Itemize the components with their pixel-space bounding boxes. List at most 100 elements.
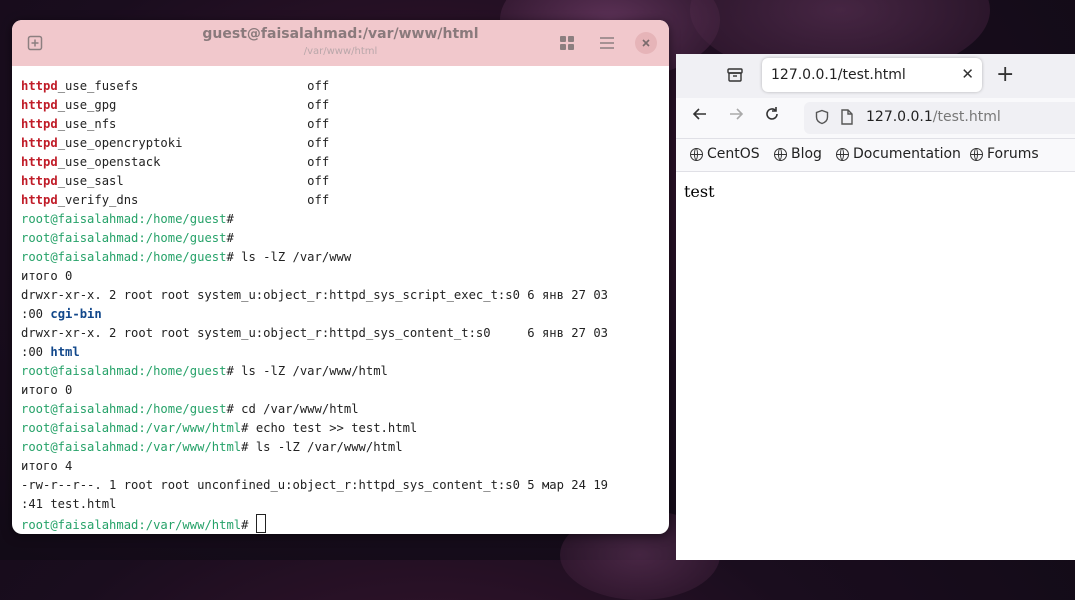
output-text: # ls -lZ /var/www/html: [241, 440, 403, 454]
globe-icon: [970, 147, 983, 161]
output-text: # cd /var/www/html: [226, 402, 359, 416]
browser-tab-active[interactable]: 127.0.0.1/test.html ✕: [762, 58, 982, 92]
bookmark-label: Blog: [791, 146, 822, 162]
prompt-text: root@faisalahmad: [21, 518, 139, 532]
highlight-text: httpd: [21, 193, 58, 207]
highlight-text: httpd: [21, 174, 58, 188]
prompt-text: root@faisalahmad: [21, 440, 139, 454]
terminal-line: httpd_use_opencryptoki off: [21, 134, 665, 153]
tab-close-icon[interactable]: ✕: [961, 65, 974, 83]
page-icon[interactable]: [840, 109, 854, 129]
globe-icon: [774, 147, 787, 161]
directory-name: cgi-bin: [50, 307, 102, 321]
output-text: _verify_dns off: [57, 193, 330, 207]
forward-arrow-icon[interactable]: [728, 106, 744, 127]
globe-icon: [836, 147, 849, 161]
globe-icon: [690, 147, 703, 161]
url-bar[interactable]: 127.0.0.1/test.html: [804, 102, 1075, 134]
output-text: итого 0: [21, 383, 73, 397]
prompt-text: :/var/www/html: [138, 518, 242, 532]
terminal-line: root@faisalahmad:/var/www/html# ls -lZ /…: [21, 438, 665, 457]
terminal-line: -rw-r--r--. 1 root root unconfined_u:obj…: [21, 476, 665, 495]
terminal-line: :00 html: [21, 343, 665, 362]
browser-window[interactable]: 127.0.0.1/test.html ✕ + 127.0.0.1/test.h…: [676, 54, 1075, 560]
terminal-line: httpd_use_gpg off: [21, 96, 665, 115]
output-text: # ls -lZ /var/www/html: [226, 364, 388, 378]
terminal-line: drwxr-xr-x. 2 root root system_u:object_…: [21, 324, 665, 343]
prompt-text: :/home/guest: [138, 250, 227, 264]
output-text: _use_nfs off: [57, 117, 330, 131]
shield-icon[interactable]: [814, 109, 830, 129]
prompt-text: :/var/www/html: [138, 421, 242, 435]
hamburger-menu-icon[interactable]: [596, 32, 618, 54]
output-text: drwxr-xr-x. 2 root root system_u:object_…: [21, 326, 608, 340]
terminal-line: drwxr-xr-x. 2 root root system_u:object_…: [21, 286, 665, 305]
bookmark-centos[interactable]: CentOS: [690, 146, 760, 162]
terminal-line: root@faisalahmad:/home/guest#: [21, 210, 665, 229]
terminal-line: итого 0: [21, 267, 665, 286]
output-text: # ls -lZ /var/www: [226, 250, 352, 264]
output-text: _use_sasl off: [57, 174, 330, 188]
terminal-line: httpd_verify_dns off: [21, 191, 665, 210]
output-text: :00: [21, 307, 51, 321]
output-text: :41 test.html: [21, 497, 117, 511]
url-path: /test.html: [932, 109, 1001, 125]
prompt-text: :/home/guest: [138, 402, 227, 416]
highlight-text: httpd: [21, 155, 58, 169]
output-text: drwxr-xr-x. 2 root root system_u:object_…: [21, 288, 608, 302]
browser-tabbar: 127.0.0.1/test.html ✕ +: [676, 54, 1075, 98]
back-arrow-icon[interactable]: [692, 106, 708, 127]
output-text: # echo test >> test.html: [241, 421, 418, 435]
prompt-text: :/var/www/html: [138, 440, 242, 454]
bookmark-label: Documentation: [853, 146, 961, 162]
terminal-line: итого 4: [21, 457, 665, 476]
bookmark-label: Forums: [987, 146, 1039, 162]
output-text: итого 0: [21, 269, 73, 283]
url-host: 127.0.0.1: [866, 109, 933, 125]
tab-manager-icon[interactable]: [726, 66, 744, 88]
bookmark-blog[interactable]: Blog: [774, 146, 822, 162]
output-text: _use_openstack off: [57, 155, 330, 169]
prompt-text: root@faisalahmad: [21, 421, 139, 435]
terminal-line: httpd_use_nfs off: [21, 115, 665, 134]
terminal-window[interactable]: guest@faisalahmad:/var/www/html /var/www…: [12, 20, 669, 534]
terminal-line: root@faisalahmad:/home/guest# cd /var/ww…: [21, 400, 665, 419]
highlight-text: httpd: [21, 79, 58, 93]
text-cursor: [255, 514, 266, 533]
output-text: :00: [21, 345, 51, 359]
terminal-line: httpd_use_fusefs off: [21, 77, 665, 96]
terminal-line: root@faisalahmad:/home/guest# ls -lZ /va…: [21, 362, 665, 381]
tab-title: 127.0.0.1/test.html: [771, 67, 906, 83]
close-icon[interactable]: [635, 32, 657, 54]
terminal-line: :41 test.html: [21, 495, 665, 514]
prompt-text: :/home/guest: [138, 364, 227, 378]
terminal-line: :00 cgi-bin: [21, 305, 665, 324]
output-text: _use_gpg off: [57, 98, 330, 112]
terminal-line: итого 0: [21, 381, 665, 400]
prompt-text: root@faisalahmad: [21, 231, 139, 245]
bookmark-forums[interactable]: Forums: [970, 146, 1039, 162]
url-text[interactable]: 127.0.0.1/test.html: [866, 109, 1001, 125]
output-text: #: [241, 518, 256, 532]
bookmark-documentation[interactable]: Documentation: [836, 146, 961, 162]
terminal-output[interactable]: httpd_use_fusefs off httpd_use_gpg off htt…: [21, 77, 665, 533]
terminal-line: httpd_use_openstack off: [21, 153, 665, 172]
output-text: _use_fusefs off: [57, 79, 330, 93]
prompt-text: root@faisalahmad: [21, 250, 139, 264]
prompt-text: root@faisalahmad: [21, 364, 139, 378]
output-text: #: [226, 212, 234, 226]
prompt-text: root@faisalahmad: [21, 212, 139, 226]
output-text: _use_opencryptoki off: [57, 136, 330, 150]
grid-view-icon[interactable]: [556, 32, 578, 54]
reload-icon[interactable]: [764, 106, 780, 127]
bookmarks-toolbar: CentOS Blog Documentation Forums: [676, 139, 1075, 172]
terminal-line: root@faisalahmad:/var/www/html#: [21, 514, 665, 533]
terminal-titlebar[interactable]: guest@faisalahmad:/var/www/html /var/www…: [12, 20, 669, 66]
bookmark-label: CentOS: [707, 146, 760, 162]
prompt-text: :/home/guest: [138, 212, 227, 226]
terminal-line: root@faisalahmad:/home/guest#: [21, 229, 665, 248]
highlight-text: httpd: [21, 136, 58, 150]
highlight-text: httpd: [21, 98, 58, 112]
new-tab-plus-icon[interactable]: +: [996, 62, 1014, 87]
output-text: -rw-r--r--. 1 root root unconfined_u:obj…: [21, 478, 608, 492]
